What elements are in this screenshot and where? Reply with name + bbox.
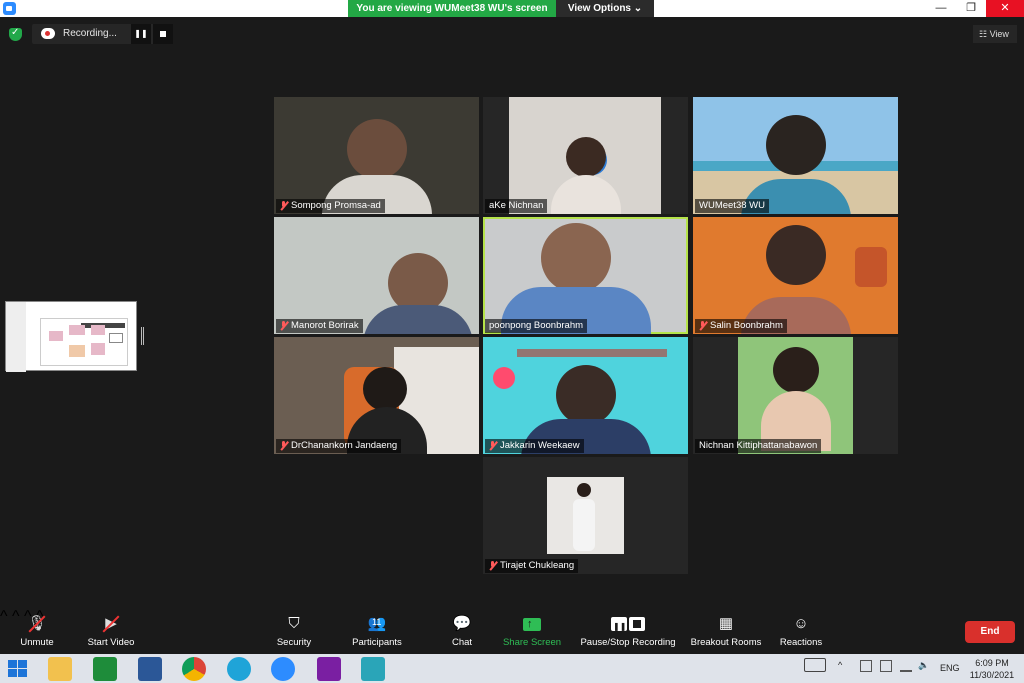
video-tile[interactable]: Tirajet Chukleang bbox=[483, 457, 688, 574]
reactions-button[interactable]: ☺ Reactions bbox=[776, 614, 826, 648]
pause-recording-button[interactable]: ❚❚ bbox=[131, 24, 151, 44]
chat-bubble-icon: 💬 bbox=[452, 615, 472, 632]
recording-indicator: Recording... ❚❚ bbox=[32, 24, 173, 44]
video-tile[interactable]: Salin Boonbrahm bbox=[693, 217, 898, 334]
share-screen-button[interactable]: Share Screen bbox=[502, 614, 562, 648]
language-indicator[interactable]: ENG bbox=[940, 663, 960, 673]
pause-stop-recording-button[interactable]: Pause/Stop Recording bbox=[578, 614, 678, 648]
muted-mic-icon bbox=[698, 321, 707, 331]
video-tile[interactable]: Jakkarin Weekaew bbox=[483, 337, 688, 454]
recording-label: Recording... bbox=[63, 28, 117, 39]
magnifier-icon[interactable] bbox=[317, 657, 341, 681]
video-off-icon: ▶ bbox=[82, 614, 140, 634]
slide-preview bbox=[40, 318, 128, 366]
file-explorer-icon[interactable] bbox=[48, 657, 72, 681]
muted-mic-icon bbox=[279, 321, 288, 331]
chat-button[interactable]: 💬 Chat bbox=[446, 614, 478, 648]
start-video-button[interactable]: ▶ Start Video bbox=[82, 614, 140, 648]
clock-date: 11/30/2021 bbox=[969, 670, 1015, 680]
view-layout-button[interactable]: ☷ View bbox=[973, 25, 1017, 43]
meeting-toolbar: 🎙 Unmute ^ ▶ Start Video ^ ⛉ Security 👥1… bbox=[0, 608, 1024, 654]
participant-name: Salin Boonbrahm bbox=[695, 319, 787, 333]
clock-time: 6:09 PM bbox=[975, 658, 1009, 668]
participant-name: Manorot Borirak bbox=[276, 319, 363, 333]
shield-icon: ⛉ bbox=[288, 615, 300, 632]
view-options-button[interactable]: View Options ⌄ bbox=[556, 0, 654, 17]
splitter-handle[interactable] bbox=[141, 327, 144, 345]
participants-count: 11 bbox=[372, 617, 382, 627]
participants-button[interactable]: 👥 11 Participants bbox=[348, 614, 406, 648]
participant-name: Nichnan Kittiphattanabawon bbox=[695, 439, 822, 453]
windows-start-icon[interactable] bbox=[8, 660, 28, 678]
breakout-rooms-button[interactable]: ▦ Breakout Rooms bbox=[688, 614, 764, 648]
zoom-meeting-window: You are viewing WUMeet38 WU's screen Vie… bbox=[0, 0, 1024, 683]
video-tile[interactable]: Manorot Borirak bbox=[274, 217, 479, 334]
edge-icon[interactable] bbox=[227, 657, 251, 681]
clock[interactable]: 6:09 PM 11/30/2021 bbox=[964, 657, 1020, 681]
network-icon[interactable] bbox=[880, 660, 892, 672]
stop-recording-button[interactable] bbox=[153, 24, 173, 44]
unmute-button[interactable]: 🎙 Unmute bbox=[14, 614, 60, 648]
pause-stop-icon bbox=[578, 614, 678, 637]
participant-name: Tirajet Chukleang bbox=[485, 559, 579, 573]
restore-button[interactable]: ❐ bbox=[956, 0, 986, 17]
shared-screen-thumbnail[interactable] bbox=[5, 301, 137, 372]
breakout-rooms-icon: ▦ bbox=[718, 615, 734, 632]
show-hidden-icons-caret[interactable]: ^ bbox=[838, 660, 842, 670]
encryption-shield-icon[interactable] bbox=[9, 27, 22, 41]
title-bar: You are viewing WUMeet38 WU's screen Vie… bbox=[0, 0, 1024, 17]
video-tile[interactable]: Nichnan Kittiphattanabawon bbox=[693, 337, 898, 454]
word-icon[interactable] bbox=[138, 657, 162, 681]
muted-microphone-icon: 🎙 bbox=[14, 614, 60, 634]
usb-icon[interactable] bbox=[860, 660, 872, 672]
slide-thumbnail-strip bbox=[6, 302, 26, 372]
participant-name: DrChanankorn Jandaeng bbox=[276, 439, 402, 453]
participant-name: WUMeet38 WU bbox=[695, 199, 769, 213]
windows-taskbar: ^ 🔈 ENG 6:09 PM 11/30/2021 bbox=[0, 654, 1024, 683]
muted-mic-icon bbox=[488, 441, 497, 451]
participant-name: Sompong Promsa-ad bbox=[276, 199, 385, 213]
end-meeting-button[interactable]: End bbox=[965, 621, 1015, 643]
viewing-screen-banner: You are viewing WUMeet38 WU's screen bbox=[348, 0, 556, 17]
cloud-recording-icon bbox=[41, 28, 55, 39]
audio-options-caret[interactable]: ^ bbox=[0, 608, 8, 625]
video-tile[interactable]: DrChanankorn Jandaeng bbox=[274, 337, 479, 454]
security-button[interactable]: ⛉ Security bbox=[272, 614, 316, 648]
smiley-icon: ☺ bbox=[793, 615, 809, 632]
chrome-icon[interactable] bbox=[182, 657, 206, 681]
participant-name: Jakkarin Weekaew bbox=[485, 439, 584, 453]
participant-name: poonpong Boonbrahm bbox=[485, 319, 588, 333]
video-tile[interactable]: aKe Nichnan bbox=[483, 97, 688, 214]
zoom-app-icon[interactable] bbox=[271, 657, 295, 681]
keyboard-icon[interactable] bbox=[804, 658, 826, 672]
wifi-icon[interactable] bbox=[900, 660, 912, 672]
close-button[interactable]: ✕ bbox=[986, 0, 1024, 17]
excel-icon[interactable] bbox=[93, 657, 117, 681]
minimize-button[interactable]: — bbox=[926, 0, 956, 17]
muted-mic-icon bbox=[488, 561, 497, 571]
video-tile-active-speaker[interactable]: poonpong Boonbrahm bbox=[483, 217, 688, 334]
photos-icon[interactable] bbox=[361, 657, 385, 681]
participant-name: aKe Nichnan bbox=[485, 199, 548, 213]
video-tile[interactable]: WUMeet38 WU bbox=[693, 97, 898, 214]
participants-icon: 👥 11 bbox=[348, 614, 406, 634]
zoom-logo-icon bbox=[3, 2, 16, 15]
video-tile[interactable]: Sompong Promsa-ad bbox=[274, 97, 479, 214]
volume-icon[interactable]: 🔈 bbox=[918, 660, 929, 671]
muted-mic-icon bbox=[279, 441, 288, 451]
muted-mic-icon bbox=[279, 201, 288, 211]
share-screen-icon bbox=[502, 614, 562, 634]
